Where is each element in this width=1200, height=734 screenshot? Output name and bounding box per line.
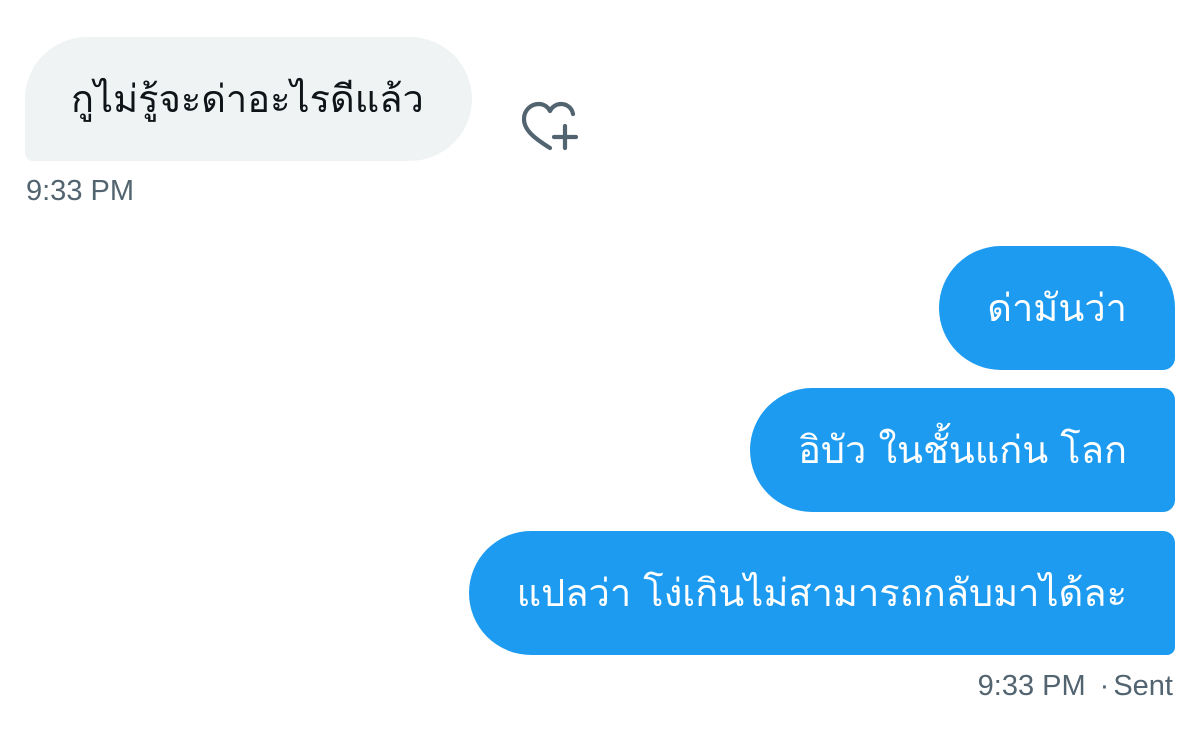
message-text: อิบัว ในชั้นแก่น โลก	[798, 428, 1127, 472]
timestamp: 9:33 PM	[26, 175, 134, 207]
heart-plus-icon	[521, 101, 579, 151]
outgoing-message-bubble[interactable]: อิบัว ในชั้นแก่น โลก	[750, 388, 1175, 512]
dm-conversation: กูไม่รู้จะด่าอะไรดีแล้ว 9:33 PM ด่ามันว่…	[0, 0, 1200, 734]
incoming-timestamp: 9:33 PM	[26, 177, 134, 206]
message-text: ด่ามันว่า	[987, 286, 1127, 330]
add-reaction-button[interactable]	[520, 100, 582, 156]
meta-separator: ·	[1099, 670, 1110, 702]
outgoing-message-bubble[interactable]: แปลว่า โง่เกินไม่สามารถกลับมาได้ละ	[468, 531, 1175, 655]
message-text: กูไม่รู้จะด่าอะไรดีแล้ว	[71, 77, 424, 121]
incoming-message-bubble[interactable]: กูไม่รู้จะด่าอะไรดีแล้ว	[25, 37, 472, 161]
delivery-status: Sent	[1113, 670, 1173, 702]
outgoing-message-bubble[interactable]: ด่ามันว่า	[939, 246, 1175, 370]
message-text: แปลว่า โง่เกินไม่สามารถกลับมาได้ละ	[516, 571, 1127, 615]
timestamp: 9:33 PM	[977, 670, 1086, 702]
outgoing-meta: 9:33 PM · Sent	[978, 672, 1173, 701]
